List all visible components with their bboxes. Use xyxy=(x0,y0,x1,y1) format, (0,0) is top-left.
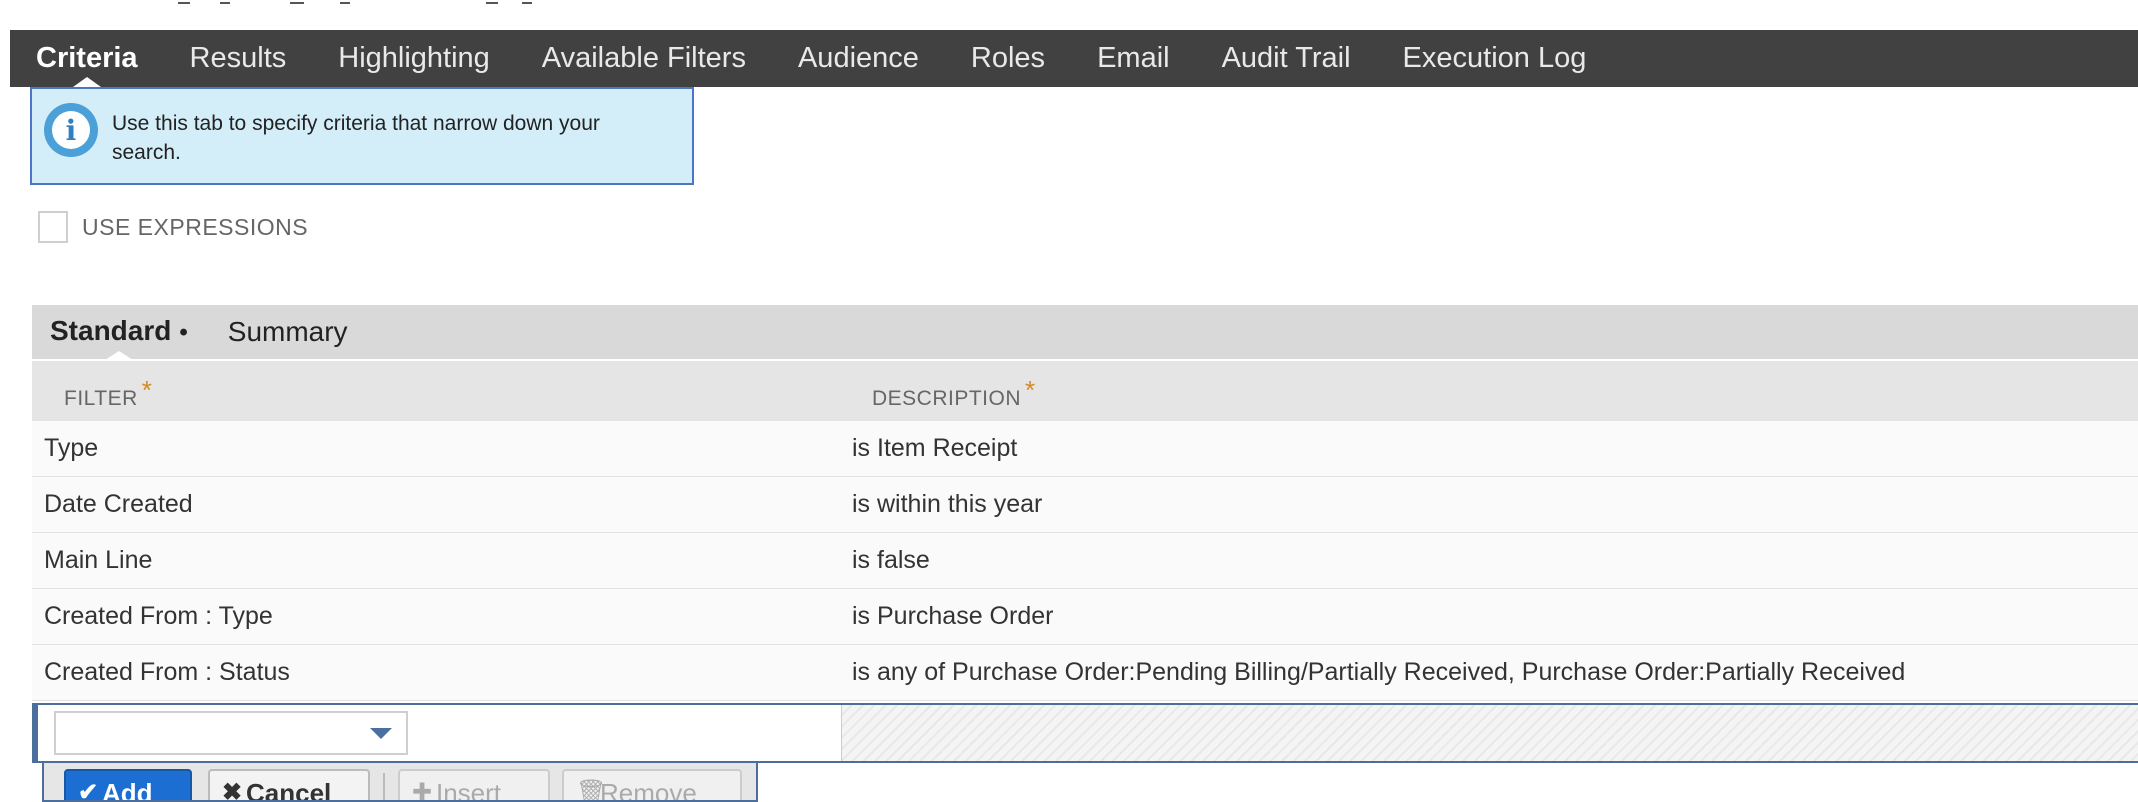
info-icon: i xyxy=(44,103,98,157)
plus-icon: ✚ xyxy=(412,779,433,802)
filter-cell: Main Line xyxy=(44,546,153,574)
insert-button[interactable]: ✚ Insert xyxy=(398,769,550,802)
table-row[interactable]: Type is Item Receipt xyxy=(32,421,2138,477)
trash-icon: 🗑 xyxy=(576,779,607,802)
filter-cell: Date Created xyxy=(44,490,193,518)
column-header-filter: FILTER * xyxy=(64,375,153,410)
info-message: i Use this tab to specify criteria that … xyxy=(30,87,694,185)
description-disabled-cell xyxy=(841,705,2138,761)
filter-cell: Created From : Type xyxy=(44,602,273,630)
filter-cell: Created From : Status xyxy=(44,658,290,686)
row-action-bar: ✔ Add ✖ Cancel ✚ Insert 🗑 Remove xyxy=(42,763,758,802)
column-header-description: DESCRIPTION * xyxy=(872,375,1036,410)
tab-email[interactable]: Email xyxy=(1097,30,1170,87)
use-expressions-label: USE EXPRESSIONS xyxy=(82,213,309,240)
filter-cell: Type xyxy=(44,434,99,462)
criteria-subtab-bar: Standard • Summary xyxy=(32,305,2138,359)
chevron-down-icon[interactable] xyxy=(370,728,392,739)
top-clipped-text xyxy=(0,0,2138,8)
required-star: * xyxy=(1025,375,1036,405)
description-cell: is Purchase Order xyxy=(852,602,1054,630)
description-cell: is any of Purchase Order:Pending Billing… xyxy=(852,658,1906,686)
subtab-standard[interactable]: Standard • xyxy=(50,304,188,360)
table-row[interactable]: Created From : Type is Purchase Order xyxy=(32,589,2138,645)
button-separator xyxy=(383,773,385,800)
add-button-label: Add xyxy=(102,778,153,802)
cancel-button[interactable]: ✖ Cancel xyxy=(208,769,370,802)
new-criteria-row xyxy=(32,703,2138,763)
table-row[interactable]: Main Line is false xyxy=(32,533,2138,589)
tab-roles[interactable]: Roles xyxy=(971,30,1045,87)
tab-audience[interactable]: Audience xyxy=(798,30,919,87)
tab-highlighting[interactable]: Highlighting xyxy=(338,30,490,87)
use-expressions-checkbox[interactable] xyxy=(38,211,68,243)
remove-button-label: Remove xyxy=(600,778,697,802)
tab-execution-log[interactable]: Execution Log xyxy=(1403,30,1587,87)
check-icon: ✔ xyxy=(78,779,99,802)
tab-audit-trail[interactable]: Audit Trail xyxy=(1222,30,1351,87)
criteria-grid: FILTER * DESCRIPTION * Type is Item Receip… xyxy=(32,361,2138,701)
description-cell: is within this year xyxy=(852,490,1043,518)
cancel-button-label: Cancel xyxy=(246,778,332,802)
row-edit-indicator xyxy=(32,705,38,761)
description-cell: is false xyxy=(852,546,930,574)
add-button[interactable]: ✔ Add xyxy=(64,769,192,802)
filter-select[interactable] xyxy=(54,711,408,755)
use-expressions-option: USE EXPRESSIONS xyxy=(38,211,308,243)
close-icon: ✖ xyxy=(222,779,243,802)
table-row[interactable]: Date Created is within this year xyxy=(32,477,2138,533)
tab-criteria[interactable]: Criteria xyxy=(36,30,138,87)
tab-results[interactable]: Results xyxy=(190,30,287,87)
main-tab-bar: Criteria Results Highlighting Available … xyxy=(10,30,2138,87)
insert-button-label: Insert xyxy=(436,778,502,802)
subtab-summary[interactable]: Summary xyxy=(228,305,348,359)
tab-available-filters[interactable]: Available Filters xyxy=(542,30,746,87)
subtab-standard-label: Standard xyxy=(50,315,172,346)
required-star: * xyxy=(141,375,153,405)
table-row[interactable]: Created From : Status is any of Purchase… xyxy=(32,645,2138,701)
grid-header: FILTER * DESCRIPTION * xyxy=(32,361,2138,421)
description-cell: is Item Receipt xyxy=(852,434,1018,462)
info-text: Use this tab to specify criteria that na… xyxy=(112,112,600,164)
remove-button[interactable]: 🗑 Remove xyxy=(562,769,742,802)
